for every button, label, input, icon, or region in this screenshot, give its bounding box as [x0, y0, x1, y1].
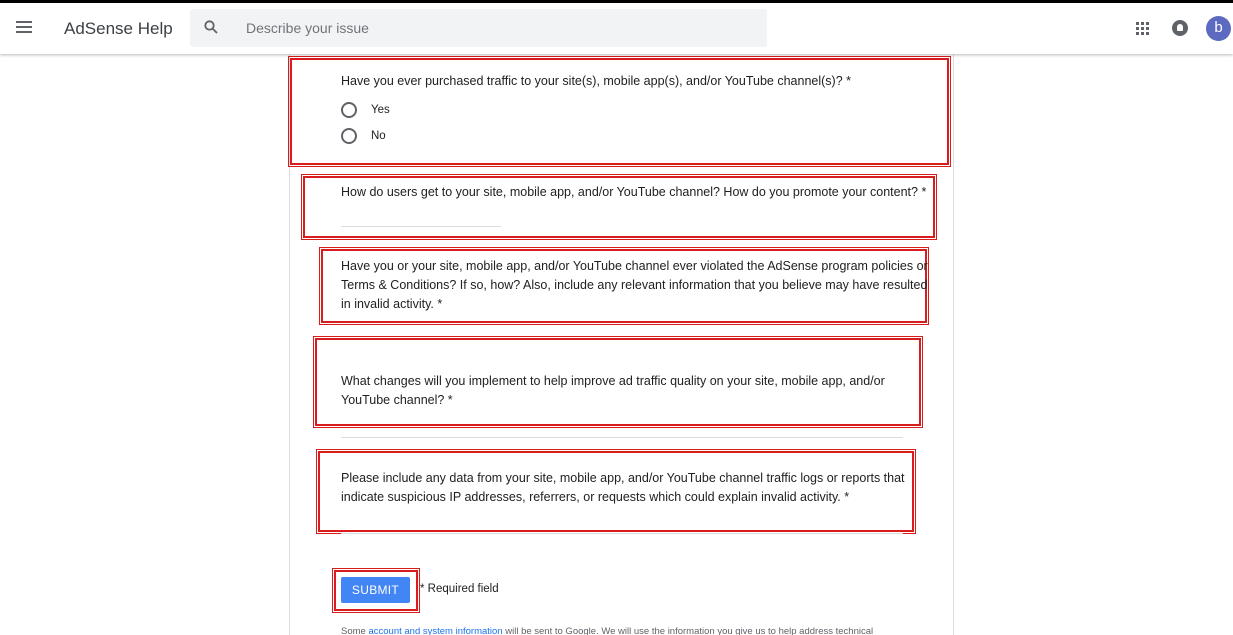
- question-line: indicate suspicious IP addresses, referr…: [341, 490, 850, 504]
- submit-button[interactable]: SUBMIT: [341, 577, 410, 603]
- question-line: YouTube channel? *: [341, 393, 453, 407]
- privacy-footer: Some account and system information will…: [341, 626, 873, 635]
- question-traffic-logs: Please include any data from your site, …: [341, 469, 905, 507]
- answer-field-q4[interactable]: [341, 437, 903, 438]
- radio-button-icon[interactable]: [341, 102, 357, 118]
- radio-option-no[interactable]: No: [341, 128, 386, 144]
- footer-suffix: will be sent to Google. We will use the …: [502, 626, 874, 635]
- required-field-note: * Required field: [420, 583, 499, 595]
- answer-field-q2[interactable]: [341, 226, 501, 227]
- question-line: Please include any data from your site, …: [341, 471, 905, 485]
- question-policy-violations: Have you or your site, mobile app, and/o…: [341, 257, 928, 314]
- radio-button-icon[interactable]: [341, 128, 357, 144]
- question-purchased-traffic: Have you ever purchased traffic to your …: [341, 74, 851, 88]
- question-improvements: What changes will you implement to help …: [341, 372, 885, 410]
- search-input[interactable]: [246, 9, 746, 47]
- search-icon[interactable]: [204, 20, 218, 34]
- footer-prefix: Some: [341, 626, 369, 635]
- notifications-icon[interactable]: [1172, 20, 1188, 36]
- answer-field-q5[interactable]: [341, 533, 903, 534]
- radio-label-yes: Yes: [371, 104, 390, 116]
- app-title[interactable]: AdSense Help: [64, 19, 173, 39]
- question-line: Terms & Conditions? If so, how? Also, in…: [341, 278, 928, 292]
- apps-grid-icon[interactable]: [1136, 22, 1150, 36]
- search-bar[interactable]: [190, 9, 767, 47]
- question-line: in invalid activity. *: [341, 297, 443, 311]
- question-user-acquisition: How do users get to your site, mobile ap…: [341, 185, 927, 199]
- avatar[interactable]: b: [1206, 16, 1231, 41]
- menu-icon[interactable]: [14, 18, 34, 38]
- app-header: AdSense Help b: [0, 3, 1233, 54]
- account-info-link[interactable]: account and system information: [368, 626, 502, 635]
- radio-label-no: No: [371, 130, 386, 142]
- radio-option-yes[interactable]: Yes: [341, 102, 390, 118]
- question-line: What changes will you implement to help …: [341, 374, 885, 388]
- question-line: Have you or your site, mobile app, and/o…: [341, 259, 928, 273]
